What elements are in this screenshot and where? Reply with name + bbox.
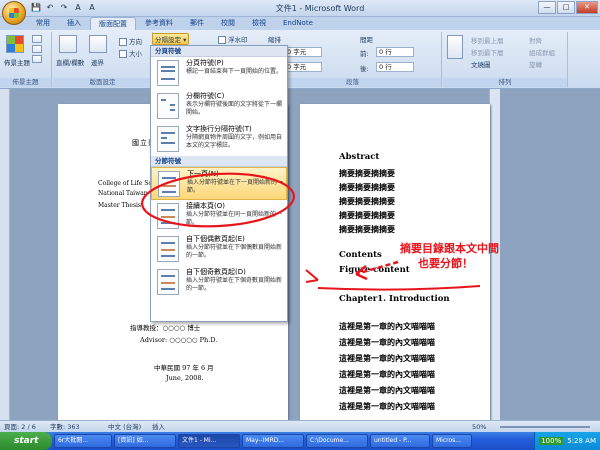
section-break-underline (317, 285, 481, 291)
arrow-left-mark (305, 269, 319, 283)
annotation-line-1: 摘要目錄跟本文中間 (400, 242, 499, 255)
annotation-overlay (140, 172, 481, 291)
annotation-text: 摘要目錄跟本文中間 也要分節！ (400, 241, 500, 271)
highlight-circle (140, 172, 296, 228)
annotation-line-2: 也要分節！ (418, 257, 473, 270)
